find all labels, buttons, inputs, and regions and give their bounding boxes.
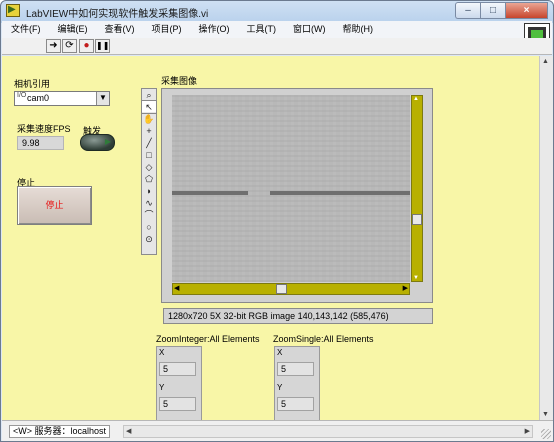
camera-ref-value: cam0 (27, 93, 50, 103)
camera-ref-dropdown[interactable]: I/O cam0 ▼ (14, 91, 110, 106)
scroll-up-icon[interactable]: ▲ (413, 96, 419, 102)
line-tool-icon[interactable]: ╱ (142, 137, 156, 149)
window-controls: – □ × (455, 2, 548, 19)
freehand-tool-icon[interactable]: ∿ (142, 197, 156, 209)
run-arrow-icon[interactable]: ➜ (46, 39, 61, 53)
zoom-integer-y-label: Y (159, 383, 165, 392)
polygon-tool-icon[interactable]: ⬠ (142, 173, 156, 185)
status-bar: <W> 服务器：localhost ◀ ▶ (2, 420, 553, 441)
scroll-up-icon[interactable]: ▲ (542, 58, 549, 65)
window-title: LabVIEW中如何实现软件触发采集图像.vi (26, 9, 209, 20)
panel-horizontal-scrollbar[interactable]: ◀ ▶ (123, 425, 533, 438)
zoom-single-label: ZoomSingle:All Elements (273, 334, 374, 344)
io-icon: I/O (17, 92, 27, 99)
maximize-button[interactable]: □ (480, 2, 505, 19)
pointer-tool-icon[interactable]: ↖ (141, 100, 157, 114)
labview-app-icon (6, 4, 20, 17)
zoom-integer-x-label: X (159, 348, 165, 357)
scroll-right-icon[interactable]: ▶ (525, 427, 530, 435)
fps-label: 采集速度FPS (17, 124, 71, 134)
camera-ref-label: 相机引用 (14, 79, 51, 89)
scroll-thumb[interactable] (412, 214, 422, 225)
menu-edit[interactable]: 编辑(E) (58, 21, 88, 38)
menu-file[interactable]: 文件(F) (11, 21, 41, 38)
trigger-button[interactable] (80, 134, 115, 151)
scroll-left-icon[interactable]: ◀ (174, 284, 179, 292)
zoom-single-y-label: Y (277, 383, 283, 392)
menu-view[interactable]: 查看(V) (105, 21, 135, 38)
camera-image[interactable] (172, 95, 410, 282)
zoom-single-x-label: X (277, 348, 283, 357)
menu-tools[interactable]: 工具(T) (247, 21, 277, 38)
pause-icon[interactable]: ❚❚ (95, 39, 110, 53)
image-vertical-scrollbar[interactable]: ▲ ▼ (411, 95, 423, 282)
zoom-single-x-value: 5 (277, 362, 314, 376)
pan-tool-icon[interactable]: ✋ (142, 113, 156, 125)
image-display-label: 采集图像 (161, 76, 198, 86)
chevron-down-icon[interactable]: ▼ (96, 92, 109, 105)
point-tool-icon[interactable]: ⊙ (142, 233, 156, 245)
zoom-integer-cluster: X 5 Y 5 (156, 346, 202, 423)
toolbar: ➜ ⟳ ● ❚❚ ? (2, 38, 552, 90)
menu-operate[interactable]: 操作(O) (199, 21, 230, 38)
front-panel: 相机引用 I/O cam0 ▼ 采集速度FPS 9.98 触发 停止 停止 采集… (2, 56, 539, 423)
annulus-tool-icon[interactable]: ◗ (142, 185, 156, 197)
menu-project[interactable]: 项目(P) (152, 21, 182, 38)
zoom-integer-x-value: 5 (159, 362, 196, 376)
abort-icon[interactable]: ● (79, 39, 94, 53)
image-horizontal-scrollbar[interactable]: ◀ ▶ (172, 283, 410, 295)
minimize-button[interactable]: – (455, 2, 480, 19)
zoom-integer-y-value: 5 (159, 397, 196, 411)
rotated-rectangle-tool-icon[interactable]: ◇ (142, 161, 156, 173)
labview-window: LabVIEW中如何实现软件触发采集图像.vi – □ × 文件(F) 编辑(E… (0, 0, 554, 442)
menu-window[interactable]: 窗口(W) (293, 21, 326, 38)
zoom-single-y-value: 5 (277, 397, 314, 411)
run-continuously-icon[interactable]: ⟳ (62, 39, 77, 53)
menu-bar: 文件(F) 编辑(E) 查看(V) 项目(P) 操作(O) 工具(T) 窗口(W… (2, 21, 552, 38)
zoom-integer-label: ZoomInteger:All Elements (156, 334, 260, 344)
scroll-left-icon[interactable]: ◀ (126, 427, 131, 435)
scroll-right-icon[interactable]: ▶ (403, 284, 408, 292)
menu-help[interactable]: 帮助(H) (343, 21, 374, 38)
panel-vertical-scrollbar[interactable]: ▲ ▼ (539, 56, 553, 420)
fps-indicator: 9.98 (17, 136, 64, 150)
close-button[interactable]: × (505, 2, 548, 19)
project-server-status[interactable]: <W> 服务器：localhost (9, 425, 111, 438)
zoom-single-cluster: X 5 Y 5 (274, 346, 320, 423)
zoom-tool-icon[interactable]: ⌕ (142, 89, 156, 101)
scroll-down-icon[interactable]: ▼ (542, 411, 549, 418)
broken-line-tool-icon[interactable]: ⌒ (142, 209, 156, 221)
image-tools-palette: ⌕ ↖ ✋ + ╱ □ ◇ ⬠ ◗ ∿ ⌒ ○ ⊙ (141, 88, 157, 255)
oval-tool-icon[interactable]: ○ (142, 221, 156, 233)
stop-button[interactable]: 停止 (17, 186, 92, 225)
scroll-down-icon[interactable]: ▼ (413, 275, 419, 281)
image-display: ▲ ▼ ◀ ▶ (161, 88, 433, 303)
rectangle-tool-icon[interactable]: □ (142, 149, 156, 161)
crosshair-tool-icon[interactable]: + (142, 125, 156, 137)
image-info-bar: 1280x720 5X 32-bit RGB image 140,143,142… (163, 308, 433, 324)
scroll-thumb[interactable] (276, 284, 287, 294)
resize-grip-icon[interactable] (541, 429, 551, 439)
title-bar: LabVIEW中如何实现软件触发采集图像.vi – □ × (1, 1, 553, 21)
